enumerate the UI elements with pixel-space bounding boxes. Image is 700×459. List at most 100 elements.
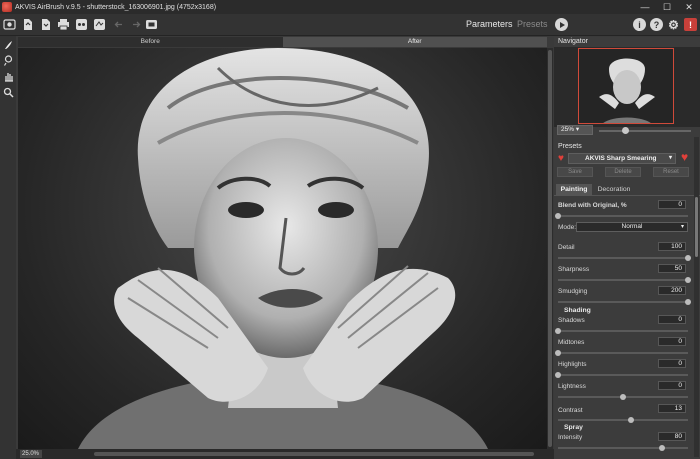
blend-value[interactable]: 0 [658,200,686,209]
smudging-value[interactable]: 200 [658,286,686,295]
navigator-view[interactable] [554,47,700,127]
slider-knob[interactable] [555,350,561,356]
home-icon[interactable] [3,18,16,31]
tab-before[interactable]: Before [18,37,283,47]
mode-dropdown[interactable]: Normal ▾ [576,222,688,232]
scrollbar-thumb[interactable] [548,50,552,447]
zoom-level[interactable]: 25.0% [20,450,42,458]
smudging-label: Smudging [558,288,588,295]
tab-painting[interactable]: Painting [556,184,592,196]
info-icon[interactable]: i [633,18,646,31]
shadows-value[interactable]: 0 [658,315,686,324]
navigator-zoom-select[interactable]: 25% ▾ [557,125,593,135]
favorite-heart-icon[interactable]: ♥ [558,154,567,164]
sharpness-value[interactable]: 50 [658,264,686,273]
close-button[interactable]: ✕ [678,0,700,14]
zoom-tool-icon[interactable] [2,86,14,98]
navigator-zoom-value: 25% [561,126,575,133]
slider-knob[interactable] [627,417,634,423]
undo-icon[interactable] [113,18,126,31]
save-file-icon[interactable] [39,18,52,31]
slider-knob[interactable] [555,213,561,219]
run-button[interactable] [555,18,568,31]
preset-delete-button[interactable]: Delete [605,167,641,177]
hand-tool-icon[interactable] [2,70,14,82]
navigator-zoom-slider[interactable] [599,130,691,132]
tab-presets[interactable]: Presets [517,19,548,29]
airbrush-tool-icon[interactable] [2,38,14,50]
panel-scrollbar-thumb[interactable] [695,197,698,257]
tab-parameters[interactable]: Parameters [466,19,513,29]
lightness-slider[interactable] [558,394,688,400]
spray-heading: Spray [564,424,583,431]
title-bar: AKVIS AirBrush v.9.5 - shutterstock_1630… [0,0,700,14]
share-icon[interactable] [75,18,88,31]
shading-heading: Shading [564,307,591,314]
redo-icon[interactable] [129,18,142,31]
navigator-zoom-knob[interactable] [622,127,629,134]
chevron-down-icon: ▾ [668,155,672,161]
detail-label: Detail [558,244,575,251]
blend-slider[interactable] [555,213,688,219]
sharpness-label: Sharpness [558,266,590,273]
window-controls: — ☐ ✕ [634,0,700,14]
preset-save-button[interactable]: Save [557,167,593,177]
preset-reset-button[interactable]: Reset [653,167,689,177]
midtones-value[interactable]: 0 [658,337,686,346]
notification-icon[interactable]: ! [684,18,697,31]
intensity-label: Intensity [558,434,583,441]
intensity-value[interactable]: 80 [658,432,686,441]
help-icon[interactable]: ? [650,18,663,31]
smudging-slider[interactable] [558,299,691,305]
stroke-direction-tool-icon[interactable] [2,54,14,66]
slider-knob[interactable] [685,277,691,283]
settings-gear-icon[interactable]: ⚙ [667,18,680,32]
left-toolbar [0,36,16,459]
detail-slider[interactable] [558,255,691,261]
midtones-slider[interactable] [555,350,688,356]
open-file-icon[interactable] [21,18,34,31]
lightness-label: Lightness [558,383,586,390]
slider-knob[interactable] [555,372,561,378]
presets-title: Presets [558,143,582,150]
highlights-slider[interactable] [555,372,688,378]
maximize-button[interactable]: ☐ [656,0,678,14]
mode-selected-value: Normal [621,223,643,230]
tab-decoration[interactable]: Decoration [594,184,634,196]
slider-knob[interactable] [555,328,561,334]
intensity-slider[interactable] [558,445,688,451]
sharpness-slider[interactable] [558,277,691,283]
navigator-title: Navigator [558,38,588,45]
highlights-label: Highlights [558,361,587,368]
slider-knob[interactable] [685,299,691,305]
contrast-value[interactable]: 13 [658,404,686,413]
canvas-horizontal-scrollbar[interactable] [94,452,534,456]
portrait-image [78,48,488,449]
slider-knob[interactable] [685,255,691,261]
image-canvas[interactable] [18,48,547,449]
before-after-tabs: Before After [18,37,547,47]
batch-icon[interactable] [93,18,106,31]
canvas-vertical-scrollbar[interactable] [547,48,553,449]
minimize-button[interactable]: — [634,0,656,14]
slider-knob[interactable] [620,394,626,400]
blend-label: Blend with Original, % [558,202,627,209]
app-logo-icon [2,2,12,12]
print-icon[interactable] [57,18,70,31]
midtones-label: Midtones [558,339,585,346]
slider-knob[interactable] [659,445,665,451]
lightness-value[interactable]: 0 [658,381,686,390]
navigator-thumbnail[interactable] [578,48,674,124]
preset-dropdown[interactable]: AKVIS Sharp Smearing ▾ [568,153,676,164]
contrast-slider[interactable] [558,417,688,423]
shadows-label: Shadows [558,317,585,324]
detail-value[interactable]: 100 [658,242,686,251]
highlights-value[interactable]: 0 [658,359,686,368]
panel-scrollbar[interactable] [694,137,699,457]
crop-icon[interactable] [145,18,158,31]
contrast-label: Contrast [558,407,583,414]
shadows-slider[interactable] [555,328,688,334]
tab-after[interactable]: After [282,37,547,47]
parameter-tabs: Painting Decoration [554,184,700,196]
add-favorite-heart-icon[interactable]: ♥ [681,151,690,163]
